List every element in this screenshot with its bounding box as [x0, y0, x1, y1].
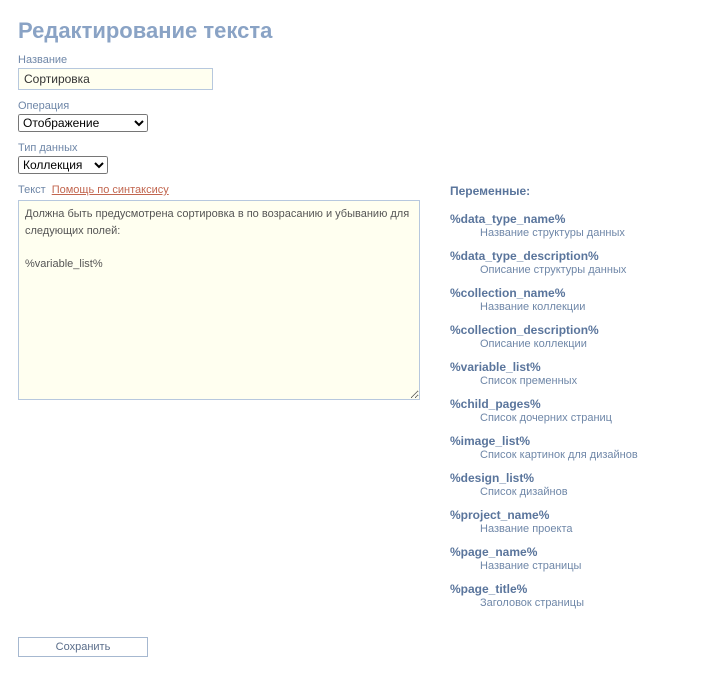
variable-key: %child_pages% — [450, 397, 696, 411]
variable-item: %variable_list%Список пременных — [450, 360, 696, 387]
variable-desc: Название коллекции — [450, 301, 696, 313]
variable-desc: Название проекта — [450, 523, 696, 535]
variable-item: %project_name%Название проекта — [450, 508, 696, 535]
operation-select[interactable]: Отображение — [18, 114, 148, 132]
variable-desc: Название структуры данных — [450, 227, 696, 239]
name-input[interactable] — [18, 68, 213, 90]
variable-key: %collection_name% — [450, 286, 696, 300]
variable-desc: Список дизайнов — [450, 486, 696, 498]
variable-item: %page_title%Заголовок страницы — [450, 582, 696, 609]
variable-key: %page_name% — [450, 545, 696, 559]
variable-key: %project_name% — [450, 508, 696, 522]
text-label: Текст — [18, 184, 46, 196]
variable-key: %design_list% — [450, 471, 696, 485]
variable-item: %collection_description%Описание коллекц… — [450, 323, 696, 350]
data-type-select[interactable]: Коллекция — [18, 156, 108, 174]
variable-desc: Список пременных — [450, 375, 696, 387]
operation-label: Операция — [18, 100, 696, 112]
variable-item: %child_pages%Список дочерних страниц — [450, 397, 696, 424]
variable-desc: Описание структуры данных — [450, 264, 696, 276]
data-type-label: Тип данных — [18, 142, 696, 154]
variables-list: %data_type_name%Название структуры данны… — [450, 212, 696, 609]
variable-desc: Описание коллекции — [450, 338, 696, 350]
variable-desc: Название страницы — [450, 560, 696, 572]
name-label: Название — [18, 54, 696, 66]
variable-desc: Список картинок для дизайнов — [450, 449, 696, 461]
variable-key: %collection_description% — [450, 323, 696, 337]
variable-item: %design_list%Список дизайнов — [450, 471, 696, 498]
variable-item: %image_list%Список картинок для дизайнов — [450, 434, 696, 461]
variable-key: %data_type_name% — [450, 212, 696, 226]
variable-key: %page_title% — [450, 582, 696, 596]
variable-item: %data_type_description%Описание структур… — [450, 249, 696, 276]
variable-desc: Заголовок страницы — [450, 597, 696, 609]
variable-item: %collection_name%Название коллекции — [450, 286, 696, 313]
variable-key: %variable_list% — [450, 360, 696, 374]
save-button[interactable]: Сохранить — [18, 637, 148, 657]
variable-item: %page_name%Название страницы — [450, 545, 696, 572]
variable-key: %data_type_description% — [450, 249, 696, 263]
body-textarea[interactable] — [18, 200, 420, 400]
variable-item: %data_type_name%Название структуры данны… — [450, 212, 696, 239]
variables-heading: Переменные: — [450, 184, 696, 198]
page-title: Редактирование текста — [18, 18, 696, 44]
variable-desc: Список дочерних страниц — [450, 412, 696, 424]
syntax-help-link[interactable]: Помощь по синтаксису — [52, 184, 169, 196]
variable-key: %image_list% — [450, 434, 696, 448]
